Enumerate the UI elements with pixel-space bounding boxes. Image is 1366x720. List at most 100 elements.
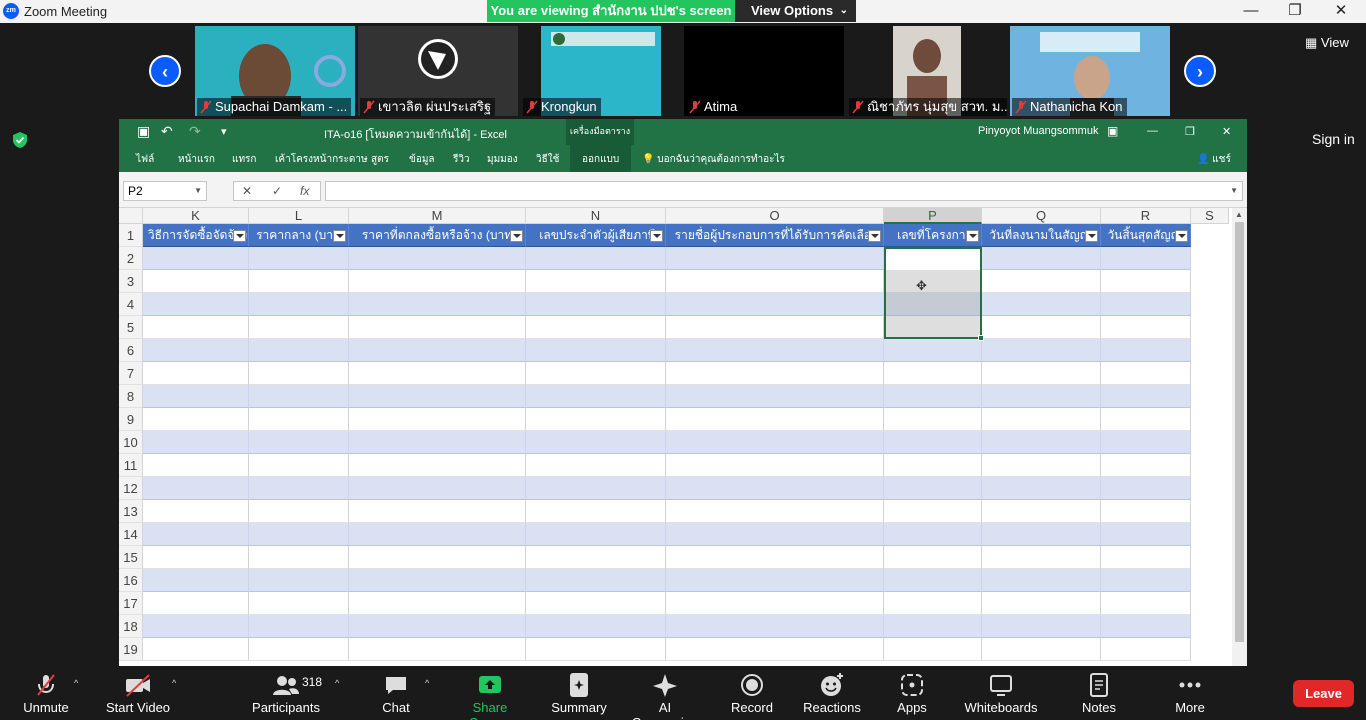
tab-file[interactable]: ไฟล์ [136,152,154,167]
participant-tile[interactable]: Supachai Damkam - ... [195,26,355,116]
table-cell[interactable] [884,638,982,661]
table-cell[interactable] [526,339,666,362]
table-cell[interactable] [666,385,884,408]
row-header[interactable]: 10 [119,431,143,454]
scrollbar-thumb[interactable] [1235,222,1244,642]
table-cell[interactable] [1101,316,1191,339]
table-cell[interactable] [143,339,249,362]
table-cell[interactable] [143,477,249,500]
table-cell[interactable] [884,339,982,362]
column-header-p[interactable]: P [884,208,982,224]
table-cell[interactable] [143,408,249,431]
table-cell[interactable] [884,362,982,385]
table-cell[interactable] [526,385,666,408]
table-cell[interactable] [143,638,249,661]
table-cell[interactable] [1101,408,1191,431]
table-cell[interactable] [666,408,884,431]
table-cell[interactable] [884,408,982,431]
gallery-next-button[interactable]: › [1184,55,1216,87]
table-cell[interactable] [526,270,666,293]
table-cell[interactable] [526,615,666,638]
worksheet-grid[interactable]: K L M N O P Q R S 1 วิธีการจัดซื้อจัดจ้าง ราคากลาง … [119,208,1232,666]
table-cell[interactable] [982,339,1101,362]
formula-input[interactable]: ▼ [325,181,1243,201]
close-button[interactable]: ✕ [1318,0,1364,23]
table-cell[interactable] [349,592,526,615]
table-cell[interactable] [349,339,526,362]
minimize-button[interactable]: — [1228,0,1274,23]
table-cell[interactable] [349,454,526,477]
whiteboards-button[interactable]: Whiteboards [962,672,1040,715]
table-cell[interactable] [349,546,526,569]
table-cell[interactable] [349,408,526,431]
tab-formulas[interactable]: สูตร [371,152,389,167]
table-cell[interactable] [349,316,526,339]
table-cell[interactable] [526,569,666,592]
ribbon-display-icon[interactable]: ▣ [1107,124,1118,138]
table-cell[interactable] [526,523,666,546]
row-header[interactable]: 3 [119,270,143,293]
record-button[interactable]: Record [729,672,775,715]
table-cell[interactable] [143,569,249,592]
more-button[interactable]: More [1170,672,1210,715]
participant-tile[interactable]: ณิชาภัทร นุ่มสุข สวท. ม... [847,26,1007,116]
filter-dropdown-icon[interactable] [966,230,979,242]
tab-insert[interactable]: แทรก [232,152,256,167]
excel-minimize-icon[interactable]: — [1147,125,1158,137]
table-cell[interactable] [249,592,349,615]
table-cell[interactable] [249,431,349,454]
table-cell[interactable] [349,293,526,316]
table-cell[interactable] [982,316,1101,339]
table-cell[interactable] [349,523,526,546]
table-cell[interactable] [1101,454,1191,477]
cancel-formula-icon[interactable]: ✕ [242,184,252,198]
tab-design[interactable]: ออกแบบ [570,145,632,172]
table-cell[interactable] [349,638,526,661]
table-cell[interactable] [526,477,666,500]
row-header[interactable]: 7 [119,362,143,385]
filter-dropdown-icon[interactable] [650,230,663,242]
table-cell[interactable] [1101,569,1191,592]
participant-tile[interactable]: Nathanicha Kon [1010,26,1170,116]
table-cell[interactable] [666,477,884,500]
filter-dropdown-icon[interactable] [333,230,346,242]
table-cell[interactable] [526,293,666,316]
table-cell[interactable] [143,316,249,339]
table-cell[interactable] [666,500,884,523]
name-box[interactable]: P2 ▼ [123,181,207,201]
enter-formula-icon[interactable]: ✓ [272,184,282,198]
column-header-o[interactable]: O [666,208,884,224]
filter-dropdown-icon[interactable] [233,230,246,242]
table-cell[interactable] [982,362,1101,385]
column-header-n[interactable]: N [526,208,666,224]
tab-data[interactable]: ข้อมูล [409,152,435,167]
cell-selection-range[interactable] [884,247,984,341]
restore-button[interactable]: ❐ [1272,0,1318,23]
table-cell[interactable] [982,500,1101,523]
table-cell[interactable] [884,477,982,500]
participants-options-caret-icon[interactable]: ^ [335,678,339,688]
table-cell[interactable] [884,592,982,615]
active-cell[interactable] [886,249,980,270]
table-header-cell[interactable]: เลขที่โครงการ [884,224,982,247]
participant-tile[interactable]: Atima [684,26,844,116]
table-cell[interactable] [526,408,666,431]
table-cell[interactable] [982,385,1101,408]
table-cell[interactable] [143,523,249,546]
table-cell[interactable] [1101,247,1191,270]
tab-review[interactable]: รีวิว [453,152,470,167]
row-header[interactable]: 19 [119,638,143,661]
video-options-caret-icon[interactable]: ^ [172,678,176,688]
table-cell[interactable] [666,546,884,569]
table-cell[interactable] [666,247,884,270]
table-cell[interactable] [1101,270,1191,293]
row-header[interactable]: 15 [119,546,143,569]
gallery-prev-button[interactable]: ‹ [149,55,181,87]
tab-help[interactable]: วิธีใช้ [536,152,559,167]
table-cell[interactable] [249,477,349,500]
undo-icon[interactable]: ↶ [161,123,173,140]
tab-page-layout[interactable]: เค้าโครงหน้ากระดาษ [275,152,368,167]
table-cell[interactable] [349,615,526,638]
encryption-shield-icon[interactable] [12,131,28,149]
summary-button[interactable]: Summary [550,672,608,715]
